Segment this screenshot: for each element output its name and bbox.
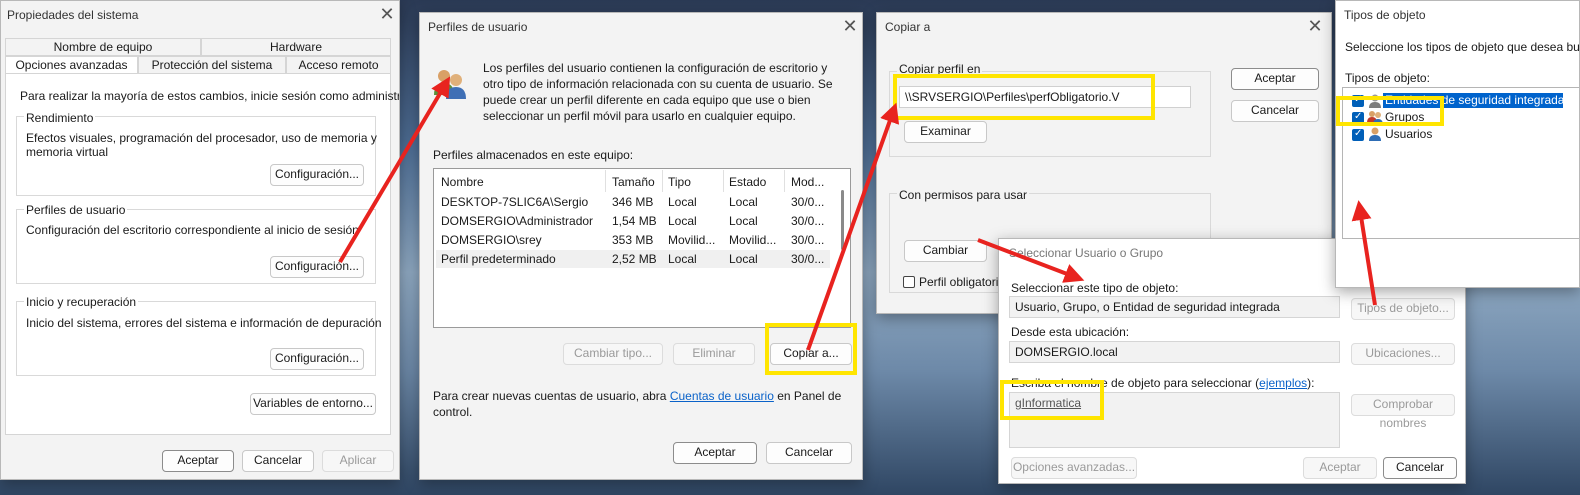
arrow-to-object-types (1351, 200, 1377, 306)
arrow-to-select-user (977, 238, 1085, 283)
arrow-to-user-profiles (338, 76, 451, 264)
arrow-to-copy-path (806, 102, 900, 351)
annotation-arrows (338, 76, 1377, 351)
